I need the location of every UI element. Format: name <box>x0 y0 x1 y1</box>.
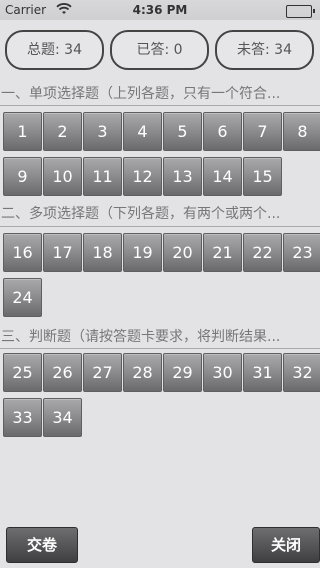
question-button[interactable]: 12 <box>123 157 162 196</box>
status-time: 4:36 PM <box>132 3 188 17</box>
question-button[interactable]: 13 <box>163 157 202 196</box>
question-button[interactable]: 11 <box>83 157 122 196</box>
question-button[interactable]: 14 <box>203 157 242 196</box>
question-button[interactable]: 33 <box>3 398 42 437</box>
question-button[interactable]: 18 <box>83 233 122 272</box>
question-button[interactable]: 22 <box>243 233 282 272</box>
section-title-multiple-choice: 二、多项选择题（下列各题，有两个或两个... <box>1 206 281 222</box>
question-button[interactable]: 30 <box>203 353 242 392</box>
question-button[interactable]: 19 <box>123 233 162 272</box>
question-button[interactable]: 16 <box>3 233 42 272</box>
question-button[interactable]: 15 <box>243 157 282 196</box>
question-button[interactable]: 9 <box>3 157 42 196</box>
question-button[interactable]: 6 <box>203 112 242 151</box>
question-button[interactable]: 27 <box>83 353 122 392</box>
question-button[interactable]: 4 <box>123 112 162 151</box>
question-button[interactable]: 3 <box>83 112 122 151</box>
question-button[interactable]: 2 <box>43 112 82 151</box>
question-button[interactable]: 10 <box>43 157 82 196</box>
section-divider <box>0 226 320 227</box>
question-button[interactable]: 20 <box>163 233 202 272</box>
question-button[interactable]: 7 <box>243 112 282 151</box>
question-button[interactable]: 25 <box>3 353 42 392</box>
answer-summary: 总题: 34 已答: 0 未答: 34 <box>5 30 317 70</box>
submit-exam-button[interactable]: 交卷 <box>6 527 78 563</box>
unanswered-count-pill: 未答: 34 <box>215 30 314 70</box>
question-button[interactable]: 34 <box>43 398 82 437</box>
close-button[interactable]: 关闭 <box>252 527 320 563</box>
section-title-single-choice: 一、单项选择题（上列各题，只有一个符合... <box>1 86 281 102</box>
question-button[interactable]: 26 <box>43 353 82 392</box>
section-divider <box>0 348 320 349</box>
total-count-pill: 总题: 34 <box>5 30 104 70</box>
question-button[interactable]: 1 <box>3 112 42 151</box>
question-button[interactable]: 24 <box>3 278 42 317</box>
question-button[interactable]: 17 <box>43 233 82 272</box>
section-divider <box>0 105 320 106</box>
battery-icon <box>286 5 315 18</box>
section-title-judgement: 三、判断题（请按答题卡要求，将判断结果... <box>1 329 281 345</box>
question-button[interactable]: 8 <box>283 112 320 151</box>
answered-count-pill: 已答: 0 <box>110 30 209 70</box>
question-button[interactable]: 31 <box>243 353 282 392</box>
question-button[interactable]: 28 <box>123 353 162 392</box>
question-button[interactable]: 21 <box>203 233 242 272</box>
question-button[interactable]: 5 <box>163 112 202 151</box>
question-button[interactable]: 29 <box>163 353 202 392</box>
question-button[interactable]: 23 <box>283 233 320 272</box>
question-button[interactable]: 32 <box>283 353 320 392</box>
status-bar: Carrier 4:36 PM <box>0 0 320 20</box>
